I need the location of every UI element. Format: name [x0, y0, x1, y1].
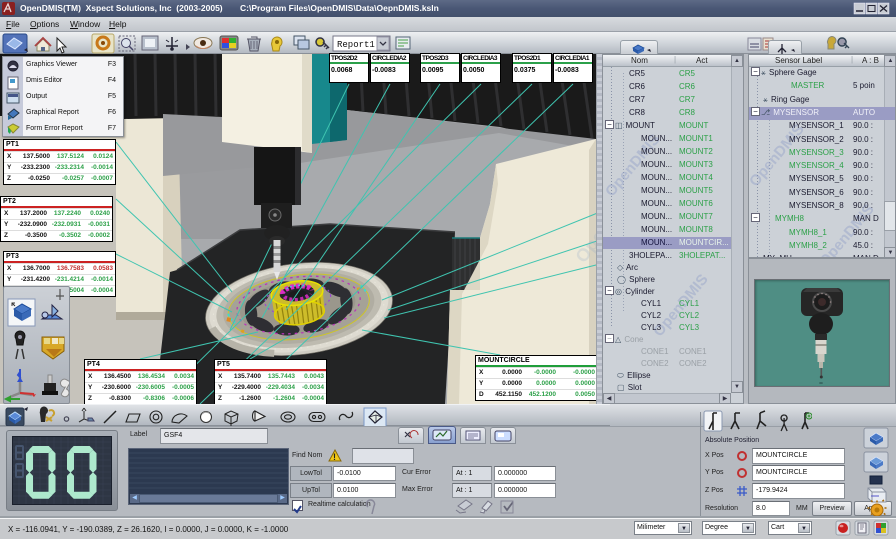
svg-text:!: !	[333, 452, 336, 462]
svg-text:Report1: Report1	[337, 40, 375, 50]
